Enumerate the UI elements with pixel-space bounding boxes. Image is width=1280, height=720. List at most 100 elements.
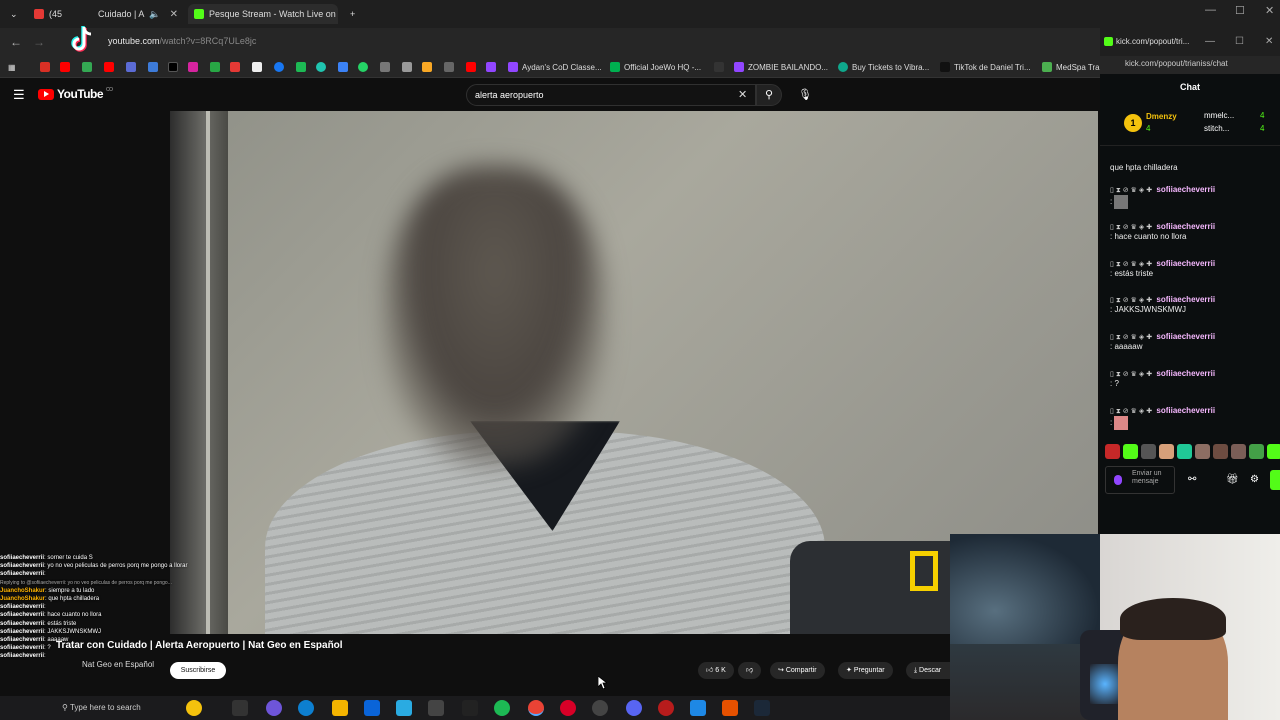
minimize-icon[interactable]: — bbox=[1205, 36, 1215, 47]
emote-icon[interactable] bbox=[1105, 444, 1120, 459]
share-icon: ↪ bbox=[778, 667, 786, 674]
gifter-name[interactable]: mmelc... bbox=[1204, 111, 1234, 120]
new-tab-button[interactable]: + bbox=[344, 4, 361, 24]
bookmark-teal[interactable] bbox=[316, 60, 326, 74]
task-view-icon[interactable] bbox=[232, 700, 248, 716]
channel-name[interactable]: Nat Geo en Español bbox=[82, 660, 154, 669]
opera-icon[interactable] bbox=[560, 700, 576, 716]
bookmark-maps[interactable] bbox=[82, 60, 92, 74]
bookmark-youtube[interactable] bbox=[60, 60, 70, 74]
file-explorer-icon[interactable] bbox=[332, 700, 348, 716]
bookmark-tiktok[interactable]: TikTok de Daniel Tri... bbox=[940, 60, 1031, 74]
microphone-icon[interactable] bbox=[1114, 475, 1122, 485]
app-icon[interactable] bbox=[658, 700, 674, 716]
search-input[interactable]: alerta aeropuerto bbox=[466, 84, 756, 106]
forward-icon[interactable]: → bbox=[33, 35, 45, 49]
epic-games-icon[interactable] bbox=[462, 700, 478, 716]
outlook-icon[interactable] bbox=[364, 700, 380, 716]
bookmark-gray-2[interactable] bbox=[402, 60, 412, 74]
bookmark-vibra[interactable]: Buy Tickets to Vibra... bbox=[838, 60, 929, 74]
close-icon[interactable]: ✕ bbox=[1265, 36, 1273, 47]
gifter-count: 4 bbox=[1146, 124, 1151, 133]
app-icon[interactable] bbox=[592, 700, 608, 716]
bookmark-youtube-3[interactable] bbox=[466, 60, 476, 74]
ask-button[interactable]: ✦ Preguntar bbox=[838, 662, 893, 679]
gear-icon[interactable]: ⚙ bbox=[1250, 474, 1259, 485]
bookmark-gray[interactable] bbox=[380, 60, 390, 74]
emote-icon[interactable] bbox=[1249, 444, 1264, 459]
link-icon[interactable]: ⚯ bbox=[1188, 474, 1196, 485]
emote-icon[interactable] bbox=[1141, 444, 1156, 459]
app-icon[interactable] bbox=[722, 700, 738, 716]
url-field[interactable]: youtube.com/watch?v=8RCq7ULe8jc bbox=[108, 36, 256, 46]
maximize-icon[interactable]: ☐ bbox=[1235, 4, 1245, 17]
bookmark-green[interactable] bbox=[210, 60, 220, 74]
gift-icon[interactable]: 🎁︎ bbox=[1226, 474, 1239, 485]
bookmark-red[interactable] bbox=[230, 60, 240, 74]
emote-icon[interactable] bbox=[1195, 444, 1210, 459]
edge-icon[interactable] bbox=[298, 700, 314, 716]
bookmark-facebook[interactable] bbox=[274, 60, 284, 74]
bookmark-x[interactable] bbox=[168, 60, 178, 74]
subscribe-button[interactable]: Suscribirse bbox=[170, 662, 226, 679]
emote-icon[interactable] bbox=[1177, 444, 1192, 459]
apps-icon[interactable]: ▦ bbox=[8, 60, 16, 74]
emote-icon[interactable] bbox=[1231, 444, 1246, 459]
search-button[interactable]: ⚲ bbox=[756, 84, 782, 106]
close-icon[interactable]: ✕ bbox=[170, 9, 178, 20]
kick-url-field[interactable]: kick.com/popout/trianiss/chat bbox=[1100, 56, 1280, 74]
bookmark-whatsapp[interactable] bbox=[358, 60, 368, 74]
emote-icon[interactable] bbox=[1213, 444, 1228, 459]
microphone-icon[interactable]: 🎙 bbox=[798, 88, 812, 101]
emote-icon[interactable] bbox=[1159, 444, 1174, 459]
close-icon[interactable]: ✕ bbox=[1265, 4, 1274, 17]
discord-icon[interactable] bbox=[626, 700, 642, 716]
bookmark-blue[interactable] bbox=[338, 60, 348, 74]
bookmark-green-2[interactable] bbox=[296, 60, 306, 74]
copilot-icon[interactable] bbox=[186, 700, 202, 716]
chrome-icon[interactable] bbox=[528, 700, 544, 716]
tab-kick-stream[interactable]: Pesque Stream - Watch Live on ✕ bbox=[188, 4, 338, 24]
dislike-button[interactable]: 👎︎ bbox=[738, 662, 762, 679]
bookmark-app[interactable] bbox=[148, 60, 158, 74]
bookmark-youtube-2[interactable] bbox=[104, 60, 114, 74]
shield-icon[interactable] bbox=[690, 700, 706, 716]
like-button[interactable]: 👍︎ 6 K bbox=[698, 662, 734, 679]
copilot-app-icon[interactable] bbox=[266, 700, 282, 716]
gifter-name[interactable]: stitch... bbox=[1204, 124, 1229, 133]
store-icon[interactable] bbox=[428, 700, 444, 716]
download-button[interactable]: ⤓ Descar bbox=[906, 662, 950, 679]
bookmark-twitch[interactable] bbox=[486, 60, 496, 74]
telegram-icon[interactable] bbox=[396, 700, 412, 716]
chat-message-input[interactable]: Enviar un mensaje bbox=[1105, 466, 1175, 494]
bookmark-rocket[interactable] bbox=[714, 60, 724, 74]
bookmark-gmail[interactable] bbox=[40, 60, 50, 74]
emote-icon[interactable] bbox=[1123, 444, 1138, 459]
bookmark-teams[interactable] bbox=[126, 60, 136, 74]
bookmark-instagram[interactable] bbox=[188, 60, 198, 74]
bookmark-medspa[interactable]: MedSpa Tra bbox=[1042, 60, 1100, 74]
steam-icon[interactable] bbox=[754, 700, 770, 716]
back-icon[interactable]: ← bbox=[10, 35, 22, 49]
tab-menu[interactable]: ⌄ bbox=[4, 4, 24, 24]
bookmark-orange[interactable] bbox=[422, 60, 432, 74]
speaker-icon[interactable]: 🔈 bbox=[149, 9, 160, 20]
maximize-icon[interactable]: ☐ bbox=[1235, 36, 1244, 47]
minimize-icon[interactable]: — bbox=[1205, 4, 1216, 16]
youtube-logo[interactable]: YouTube CO bbox=[38, 87, 113, 101]
spotify-icon[interactable] bbox=[494, 700, 510, 716]
bookmark-zombie[interactable]: ZOMBIE BAILANDO... bbox=[734, 60, 828, 74]
bookmark-joewo[interactable]: Official JoeWo HQ -... bbox=[610, 60, 701, 74]
emote-icon[interactable] bbox=[1267, 444, 1280, 459]
clear-search-icon[interactable]: ✕ bbox=[738, 88, 747, 101]
gifter-name[interactable]: Dmenzy bbox=[1146, 112, 1177, 121]
hamburger-menu-icon[interactable]: ☰ bbox=[13, 87, 25, 103]
bookmark-white[interactable] bbox=[252, 60, 262, 74]
bookmark-aydan[interactable]: Aydan's CoD Classe... bbox=[508, 60, 602, 74]
kick-tab-title[interactable]: kick.com/popout/tri... bbox=[1116, 37, 1189, 46]
tab-youtube-inbox[interactable]: (45 bbox=[28, 4, 90, 24]
tab-video[interactable]: Cuidado | A 🔈 ✕ bbox=[92, 4, 180, 24]
bookmark-gray-3[interactable] bbox=[444, 60, 454, 74]
share-button[interactable]: ↪ Compartir bbox=[770, 662, 825, 679]
send-button[interactable] bbox=[1270, 470, 1280, 490]
